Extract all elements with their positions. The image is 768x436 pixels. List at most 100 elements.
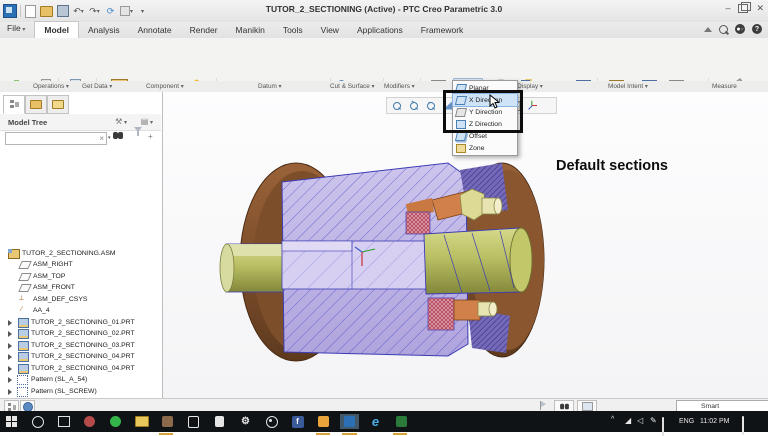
tree-row-part[interactable]: TUTOR_2_SECTIONING_04.PRT xyxy=(0,363,160,374)
tab-render[interactable]: Render xyxy=(181,22,227,38)
clock[interactable]: 11:02 PM xyxy=(700,418,729,425)
cortana-button[interactable] xyxy=(30,414,45,429)
pinned-app-photos[interactable] xyxy=(160,414,175,429)
tree-row-datum[interactable]: ASM_RIGHT xyxy=(0,259,160,270)
zoom-in-icon[interactable] xyxy=(407,100,420,111)
pinned-app-recorder[interactable] xyxy=(264,414,279,429)
collapse-ribbon-icon[interactable] xyxy=(704,27,712,32)
menu-item-zone[interactable]: Zone xyxy=(453,142,517,154)
taskbar-active-app-creo[interactable] xyxy=(340,414,359,429)
tab-manikin[interactable]: Manikin xyxy=(227,22,274,38)
tree-filters-icon[interactable]: ⚒ xyxy=(115,117,127,126)
tab-analysis[interactable]: Analysis xyxy=(79,22,129,38)
clear-search-icon[interactable]: × xyxy=(99,133,104,144)
close-icon[interactable]: ✕ xyxy=(756,3,764,13)
group-operations[interactable]: Operations xyxy=(33,83,69,90)
folder-browser-tab[interactable] xyxy=(25,95,47,114)
datum-plane-icon xyxy=(18,284,32,292)
restore-icon[interactable] xyxy=(738,4,748,13)
expand-icon[interactable] xyxy=(8,389,12,395)
tree-columns-icon[interactable]: ▤ xyxy=(141,117,153,126)
pinned-app-contacts[interactable] xyxy=(82,414,97,429)
favorites-tab[interactable] xyxy=(47,95,69,114)
network-icon[interactable]: ◢ xyxy=(625,416,631,425)
expand-icon[interactable] xyxy=(8,354,12,360)
pinned-app-whatsapp[interactable] xyxy=(108,414,123,429)
file-explorer-button[interactable] xyxy=(134,414,149,429)
tree-row-assembly[interactable]: TUTOR_2_SECTIONING.ASM xyxy=(0,248,160,259)
expand-icon[interactable] xyxy=(8,331,12,337)
action-center-icon[interactable] xyxy=(742,417,744,435)
search-icon[interactable] xyxy=(719,25,728,34)
pinned-app-excel[interactable] xyxy=(394,414,409,429)
add-filter-icon[interactable]: + xyxy=(148,132,153,141)
group-model-intent[interactable]: Model Intent xyxy=(608,83,648,90)
tab-annotate[interactable]: Annotate xyxy=(129,22,181,38)
group-datum[interactable]: Datum xyxy=(258,83,282,90)
model-tree-tab[interactable] xyxy=(3,95,25,114)
part-icon xyxy=(18,341,29,351)
command-locator-icon[interactable]: ● xyxy=(735,24,745,34)
task-view-button[interactable] xyxy=(56,414,71,429)
filter-icon[interactable] xyxy=(134,132,142,141)
model-3d-coupling[interactable] xyxy=(210,148,555,383)
group-modifiers[interactable]: Modifiers xyxy=(384,83,415,90)
tree-row-csys[interactable]: ⟂ ASM_DEF_CSYS xyxy=(0,294,160,305)
expand-icon[interactable] xyxy=(8,320,12,326)
tree-row-pattern[interactable]: Pattern (SL_A_54) xyxy=(0,374,160,385)
taskbar: ⚙ f e ^ ◢ ◁ ✎ ENG 11:02 PM xyxy=(0,411,768,432)
mouse-cursor xyxy=(489,94,500,110)
pattern-icon xyxy=(17,387,28,397)
tab-model[interactable]: Model xyxy=(34,21,79,38)
settings-button[interactable]: ⚙ xyxy=(238,414,253,429)
volume-icon[interactable]: ◁ xyxy=(637,416,643,425)
pinned-app-store[interactable] xyxy=(186,414,201,429)
group-get-data[interactable]: Get Data xyxy=(82,83,112,90)
help-icon[interactable]: ? xyxy=(752,24,762,34)
search-options-dropdown-icon[interactable]: ▾ xyxy=(108,135,111,141)
group-component[interactable]: Component xyxy=(146,83,184,90)
language-indicator[interactable]: ENG xyxy=(679,418,694,425)
tree-row-pattern[interactable]: Pattern (SL_SCREW) xyxy=(0,386,160,397)
annotation-default-sections: Default sections xyxy=(556,158,668,174)
expand-icon[interactable] xyxy=(8,343,12,349)
csys-icon: ⟂ xyxy=(19,295,24,303)
tab-framework[interactable]: Framework xyxy=(412,22,473,38)
tree-row-part[interactable]: TUTOR_2_SECTIONING_03.PRT xyxy=(0,340,160,351)
pinned-app-calculator[interactable] xyxy=(212,414,227,429)
tree-search-row: × ▾ + xyxy=(0,130,161,146)
pinned-app-facebook[interactable]: f xyxy=(290,414,305,429)
group-cut-surface[interactable]: Cut & Surface xyxy=(330,83,374,90)
tree-row-datum[interactable]: ASM_TOP xyxy=(0,271,160,282)
tab-file[interactable]: File xyxy=(0,20,34,38)
zone-icon xyxy=(456,144,466,153)
pinned-app-edge[interactable]: e xyxy=(368,414,383,429)
window-controls: – ✕ xyxy=(725,3,764,13)
pen-icon[interactable]: ✎ xyxy=(650,416,657,425)
tab-applications[interactable]: Applications xyxy=(348,22,412,38)
tree-row-part[interactable]: TUTOR_2_SECTIONING_01.PRT xyxy=(0,317,160,328)
pinned-app-sticky-notes[interactable] xyxy=(316,414,331,429)
part-icon xyxy=(18,318,29,328)
tree-row-part[interactable]: TUTOR_2_SECTIONING_04.PRT xyxy=(0,351,160,362)
ribbon-tabs: File Model Analysis Annotate Render Mani… xyxy=(0,22,768,38)
title-bar: ↶ ↷ ⟳ ▾ TUTOR_2_SECTIONING (Active) - PT… xyxy=(0,0,768,23)
tree-row-datum[interactable]: ASM_FRONT xyxy=(0,282,160,293)
datum-plane-icon xyxy=(18,261,32,269)
minimize-icon[interactable]: – xyxy=(725,3,730,13)
tab-tools[interactable]: Tools xyxy=(274,22,312,38)
refit-icon[interactable] xyxy=(390,100,403,111)
screen: { "window": { "title": "TUTOR_2_SECTIONI… xyxy=(0,0,768,432)
zoom-out-icon[interactable] xyxy=(424,100,437,111)
touch-keyboard-icon[interactable] xyxy=(662,418,664,436)
tree-row-axis[interactable]: ∕ AA_4 xyxy=(0,305,160,316)
tree-search-input[interactable]: × xyxy=(5,132,107,145)
hidden-icons-chevron[interactable]: ^ xyxy=(611,416,614,423)
expand-icon[interactable] xyxy=(8,377,12,383)
tree-row-part[interactable]: TUTOR_2_SECTIONING_02.PRT xyxy=(0,328,160,339)
tab-view[interactable]: View xyxy=(312,22,348,38)
saved-orientations-icon[interactable] xyxy=(526,100,539,111)
expand-icon[interactable] xyxy=(8,366,12,372)
pattern-icon xyxy=(17,375,28,385)
start-button[interactable] xyxy=(4,414,19,429)
